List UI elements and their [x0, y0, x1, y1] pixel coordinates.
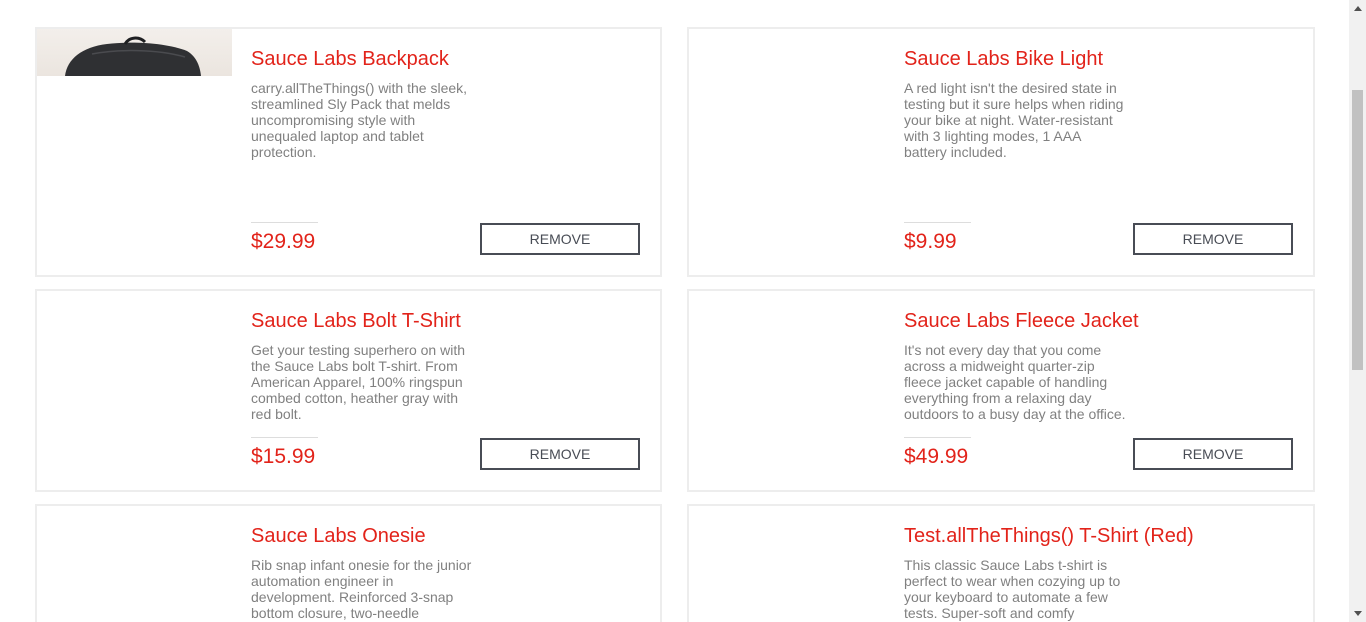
- remove-button[interactable]: Remove: [480, 223, 640, 255]
- remove-button[interactable]: Remove: [1133, 438, 1293, 470]
- item-title[interactable]: Test.allTheThings() T-Shirt (Red): [904, 525, 1194, 548]
- item-description: A red light isn't the desired state in t…: [904, 80, 1124, 160]
- inventory-item: Sauce Labs Fleece Jacket It's not every …: [687, 289, 1315, 492]
- scrollbar-thumb[interactable]: [1352, 90, 1363, 370]
- item-title[interactable]: Sauce Labs Bolt T-Shirt: [251, 310, 461, 333]
- item-price: $9.99: [904, 230, 957, 253]
- remove-button[interactable]: Remove: [1133, 223, 1293, 255]
- item-title[interactable]: Sauce Labs Bike Light: [904, 48, 1103, 71]
- inventory-item: Sauce Labs Onesie Rib snap infant onesie…: [35, 504, 662, 622]
- inventory-item: Test.allTheThings() T-Shirt (Red) This c…: [687, 504, 1315, 622]
- item-title[interactable]: Sauce Labs Backpack: [251, 48, 449, 71]
- price-divider: [251, 222, 318, 223]
- inventory-page: Sauce Labs Backpack carry.allTheThings()…: [0, 0, 1366, 622]
- vertical-scrollbar[interactable]: [1349, 0, 1366, 622]
- item-price: $29.99: [251, 230, 316, 253]
- item-description: carry.allTheThings() with the sleek, str…: [251, 80, 468, 160]
- item-price: $15.99: [251, 445, 316, 468]
- triangle-down-icon[interactable]: [1349, 605, 1366, 622]
- item-description: Rib snap infant onesie for the junior au…: [251, 557, 472, 621]
- price-divider: [904, 222, 971, 223]
- inventory-item: Sauce Labs Bike Light A red light isn't …: [687, 27, 1315, 277]
- inventory-item: Sauce Labs Bolt T-Shirt Get your testing…: [35, 289, 662, 492]
- inventory-item: Sauce Labs Backpack carry.allTheThings()…: [35, 27, 662, 277]
- item-description: Get your testing superhero on with the S…: [251, 342, 466, 422]
- item-description: It's not every day that you come across …: [904, 342, 1126, 422]
- item-title[interactable]: Sauce Labs Onesie: [251, 525, 426, 548]
- product-image-backpack[interactable]: [37, 29, 232, 76]
- inventory-grid: Sauce Labs Backpack carry.allTheThings()…: [0, 0, 1349, 622]
- triangle-up-icon[interactable]: [1349, 0, 1366, 17]
- item-description: This classic Sauce Labs t-shirt is perfe…: [904, 557, 1121, 621]
- price-divider: [251, 437, 318, 438]
- price-divider: [904, 437, 971, 438]
- item-price: $49.99: [904, 445, 969, 468]
- remove-button[interactable]: Remove: [480, 438, 640, 470]
- item-title[interactable]: Sauce Labs Fleece Jacket: [904, 310, 1139, 333]
- backpack-image: [65, 36, 201, 76]
